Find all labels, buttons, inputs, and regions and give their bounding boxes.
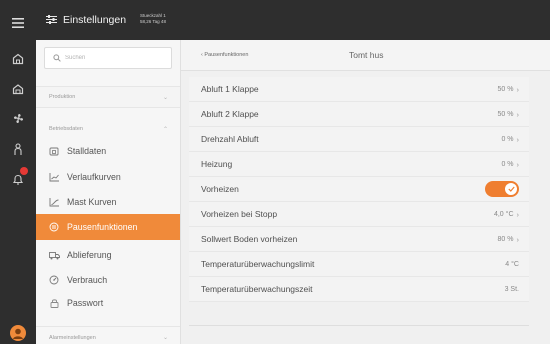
farm-name: Tomt hus: [349, 50, 384, 60]
setting-value: 50 % ›: [498, 85, 519, 94]
top-bar: Einstellungen Stueckzahl 1 58,26 Tag 48: [36, 0, 550, 40]
menu-icon[interactable]: [0, 8, 36, 38]
sidebar-item-label: Stalldaten: [67, 146, 107, 156]
setting-value-text: 4 °C: [505, 260, 519, 268]
sidebar-item-label: Passwort: [67, 298, 104, 308]
alert-badge: [20, 167, 28, 175]
sidebar-item-passwort[interactable]: Passwort: [36, 290, 180, 316]
setting-value-text: 0 %: [501, 135, 514, 143]
sidebar-item-pausenfunktionen[interactable]: Pausenfunktionen: [36, 214, 180, 240]
setting-row-heizung[interactable]: Heizung 0 % ›: [189, 152, 529, 177]
header-title-group: Einstellungen: [46, 0, 126, 40]
divider: [189, 325, 529, 326]
group-produktion[interactable]: Produktion ⌄: [36, 86, 180, 108]
group-label: Betriebsdaten: [49, 126, 83, 132]
setting-label: Vorheizen: [201, 184, 239, 194]
setting-value: 4,0 °C ›: [494, 210, 519, 219]
sidebar-item-label: Verbrauch: [67, 275, 108, 285]
barn-icon[interactable]: [0, 74, 36, 104]
sidebar-item-mast-kurven[interactable]: Mast Kurven: [36, 189, 180, 215]
bell-icon[interactable]: [0, 164, 36, 194]
group-alarmeinstellungen[interactable]: Alarmeinstellungen ⌄: [36, 326, 180, 344]
setting-value-text: 0 %: [501, 160, 514, 168]
setting-value: 0 % ›: [501, 135, 519, 144]
truck-icon: [48, 251, 60, 260]
setting-label: Temperaturüberwachungslimit: [201, 259, 315, 269]
group-label: Produktion: [49, 94, 76, 100]
pause-icon: [48, 222, 60, 232]
back-link[interactable]: ‹ Pausenfunktionen: [201, 52, 248, 58]
person-icon[interactable]: [0, 134, 36, 164]
user-avatar[interactable]: [0, 318, 36, 344]
setting-value-text: 80 %: [497, 235, 514, 243]
sidebar-item-label: Pausenfunktionen: [67, 222, 138, 232]
header-meta: Stueckzahl 1 58,26 Tag 48: [140, 13, 166, 25]
barn-icon: [48, 146, 60, 156]
chevron-down-icon: ⌄: [162, 335, 168, 341]
setting-value: 50 % ›: [498, 110, 519, 119]
setting-value-text: 50 %: [497, 85, 514, 93]
setting-label: Sollwert Boden vorheizen: [201, 234, 298, 244]
search-icon: [53, 54, 61, 62]
setting-row-drehzahl-abluft[interactable]: Drehzahl Abluft 0 % ›: [189, 127, 529, 152]
setting-label: Abluft 2 Klappe: [201, 109, 259, 119]
group-betriebsdaten[interactable]: Betriebsdaten ⌃: [36, 118, 180, 140]
setting-label: Temperaturüberwachungszeit: [201, 284, 313, 294]
setting-row-vorheizen-bei-stopp[interactable]: Vorheizen bei Stopp 4,0 °C ›: [189, 202, 529, 227]
chevron-up-icon: ⌃: [162, 126, 168, 133]
lock-icon: [48, 298, 60, 308]
sidebar-item-label: Ablieferung: [67, 250, 112, 260]
search-box[interactable]: [44, 47, 172, 69]
page-title: Einstellungen: [63, 14, 127, 26]
sub-header: ‹ Pausenfunktionen Tomt hus: [181, 40, 550, 71]
setting-label: Abluft 1 Klappe: [201, 84, 259, 94]
chevron-right-icon: ›: [516, 234, 520, 244]
chevron-right-icon: ›: [516, 159, 520, 169]
search-input[interactable]: [65, 55, 165, 61]
vorheizen-toggle[interactable]: [485, 181, 519, 197]
chevron-right-icon: ›: [516, 109, 520, 119]
main-panel: ‹ Pausenfunktionen Tomt hus Abluft 1 Kla…: [180, 40, 550, 344]
setting-value: 80 % ›: [498, 235, 519, 244]
setting-row-temperaturueberwachungszeit: Temperaturüberwachungszeit 3 St.: [189, 277, 529, 302]
setting-value: 3 St.: [505, 286, 519, 293]
setting-label: Drehzahl Abluft: [201, 134, 259, 144]
sidebar-item-label: Mast Kurven: [67, 197, 117, 207]
group-label: Alarmeinstellungen: [49, 334, 96, 341]
icon-rail: [0, 0, 36, 344]
sidebar-item-verlaufkurven[interactable]: Verlaufkurven: [36, 164, 180, 190]
setting-value-text: 4,0 °C: [493, 210, 514, 218]
setting-value: 0 % ›: [501, 160, 519, 169]
chevron-right-icon: ›: [516, 84, 520, 94]
chart-icon: [48, 172, 60, 182]
gauge-icon: [48, 275, 60, 285]
setting-row-temperaturueberwachungslimit: Temperaturüberwachungslimit 4 °C: [189, 252, 529, 277]
setting-row-sollwert-boden-vorheizen[interactable]: Sollwert Boden vorheizen 80 % ›: [189, 227, 529, 252]
setting-row-vorheizen: Vorheizen: [189, 177, 529, 202]
chevron-down-icon: ⌄: [162, 94, 168, 101]
curve-icon: [48, 197, 60, 207]
settings-list: Abluft 1 Klappe 50 % › Abluft 2 Klappe 50…: [189, 77, 529, 302]
fan-icon[interactable]: [0, 103, 36, 133]
sidebar: Produktion ⌄ Betriebsdaten ⌃ Stalldaten …: [36, 40, 180, 344]
setting-value-text: 50 %: [497, 110, 514, 118]
setting-label: Heizung: [201, 159, 233, 169]
chevron-right-icon: ›: [516, 209, 520, 219]
setting-value-text: 3 St.: [504, 285, 519, 293]
setting-row-abluft-1-klappe[interactable]: Abluft 1 Klappe 50 % ›: [189, 77, 529, 102]
setting-value: 4 °C: [505, 261, 519, 268]
sidebar-item-label: Verlaufkurven: [67, 172, 121, 182]
setting-label: Vorheizen bei Stopp: [201, 209, 278, 219]
header-meta-line2: 58,26 Tag 48: [140, 19, 166, 24]
sidebar-item-stalldaten[interactable]: Stalldaten: [36, 138, 180, 164]
home-icon[interactable]: [0, 44, 36, 74]
setting-row-abluft-2-klappe[interactable]: Abluft 2 Klappe 50 % ›: [189, 102, 529, 127]
check-icon: [505, 183, 517, 195]
chevron-right-icon: ›: [516, 134, 520, 144]
sidebar-item-ablieferung[interactable]: Ablieferung: [36, 242, 180, 268]
sliders-icon: [46, 11, 57, 29]
